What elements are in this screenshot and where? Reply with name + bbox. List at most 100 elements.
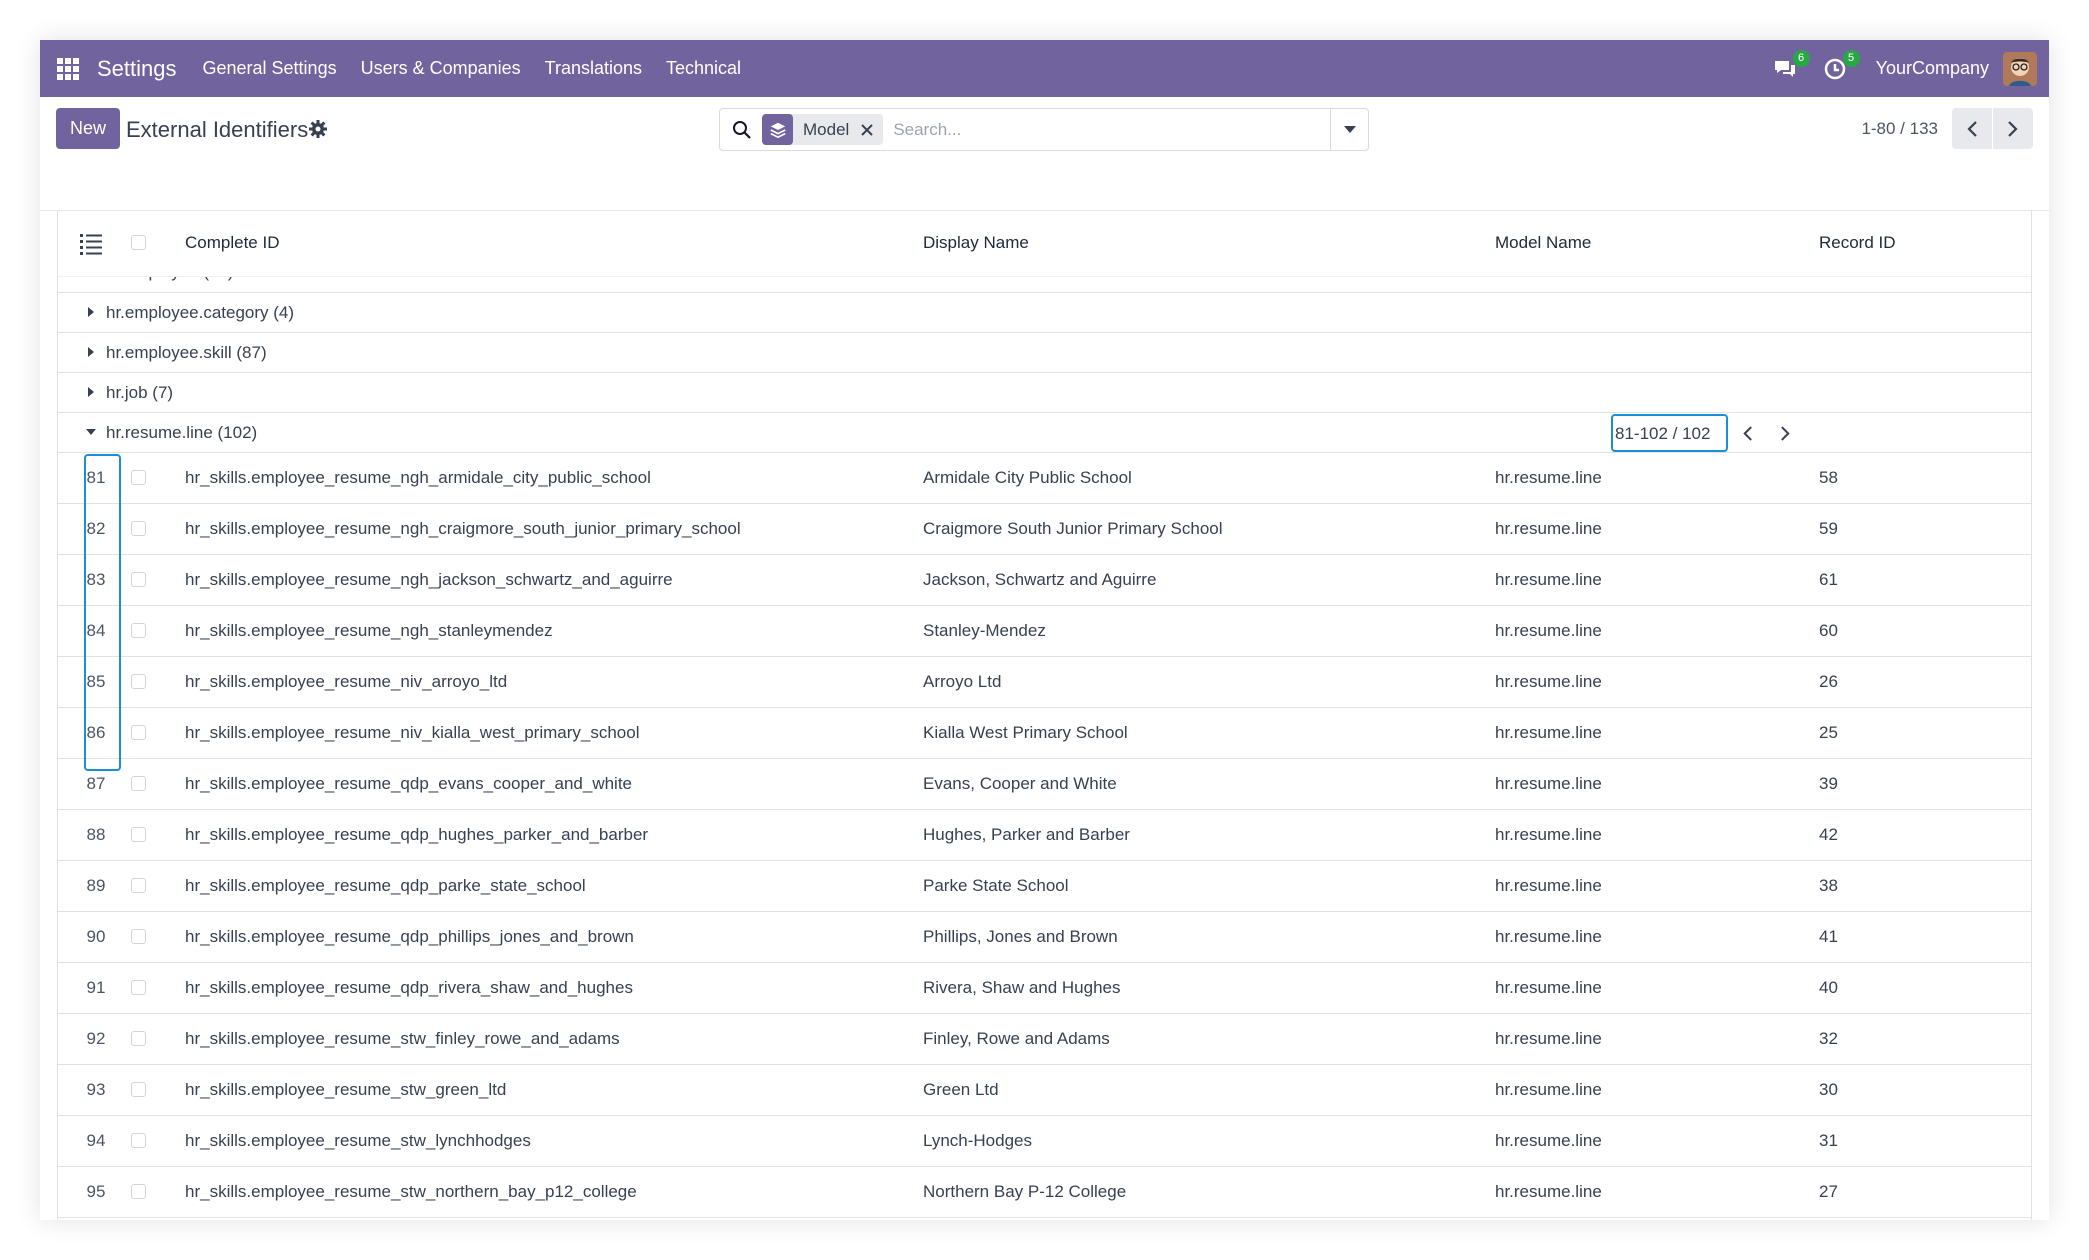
row-number: 85 — [86, 672, 106, 691]
cell-complete-id: hr_skills.employee_resume_ngh_jackson_sc… — [185, 570, 673, 589]
cell-model-name: hr.resume.line — [1495, 519, 1602, 538]
cell-complete-id: hr_skills.employee_resume_qdp_rivera_sha… — [185, 978, 633, 997]
menu-users-companies[interactable]: Users & Companies — [361, 58, 521, 79]
table-row[interactable]: 90 hr_skills.employee_resume_qdp_phillips… — [58, 912, 2031, 963]
row-number: 86 — [86, 723, 106, 742]
cell-model-name: hr.resume.line — [1495, 876, 1602, 895]
cell-record-id: 41 — [1819, 927, 1838, 946]
table-row[interactable]: 82 hr_skills.employee_resume_ngh_craigmor… — [58, 504, 2031, 555]
cell-display-name: Armidale City Public School — [923, 468, 1132, 487]
pager-value[interactable]: 1-80 / 133 — [1861, 119, 1938, 139]
search-icon[interactable] — [732, 120, 752, 140]
pager: 1-80 / 133 — [1861, 108, 2033, 149]
row-checkbox[interactable] — [131, 827, 146, 842]
cell-complete-id: hr_skills.employee_resume_stw_finley_row… — [185, 1029, 620, 1048]
column-header-display-name[interactable]: Display Name — [923, 233, 1029, 253]
messages-icon[interactable]: 6 — [1772, 49, 1810, 82]
menu-general-settings[interactable]: General Settings — [203, 58, 337, 79]
table-row[interactable]: 86 hr_skills.employee_resume_niv_kialla_w… — [58, 708, 2031, 759]
table-row[interactable]: 87 hr_skills.employee_resume_qdp_evans_co… — [58, 759, 2031, 810]
row-number: 92 — [86, 1029, 106, 1048]
menu-technical[interactable]: Technical — [666, 58, 741, 79]
list-settings-icon[interactable] — [78, 231, 104, 257]
new-button[interactable]: New — [56, 108, 120, 149]
gear-icon[interactable] — [308, 119, 328, 139]
user-avatar[interactable] — [2003, 51, 2037, 86]
cell-record-id: 40 — [1819, 978, 1838, 997]
table-row[interactable]: 85 hr_skills.employee_resume_niv_arroyo_l… — [58, 657, 2031, 708]
apps-menu-icon[interactable] — [57, 57, 79, 80]
table-row[interactable]: 95 hr_skills.employee_resume_stw_northern… — [58, 1167, 2031, 1218]
row-number: 95 — [86, 1182, 106, 1201]
group-pager-next-button[interactable] — [1766, 418, 1804, 448]
group-pager-previous-button[interactable] — [1728, 418, 1766, 448]
row-checkbox[interactable] — [131, 980, 146, 995]
row-checkbox[interactable] — [131, 572, 146, 587]
cell-record-id: 25 — [1819, 723, 1838, 742]
row-checkbox[interactable] — [131, 1133, 146, 1148]
table-row[interactable]: 92 hr_skills.employee_resume_stw_finley_r… — [58, 1014, 2031, 1065]
table-row[interactable]: 88 hr_skills.employee_resume_qdp_hughes_p… — [58, 810, 2031, 861]
pager-previous-button[interactable] — [1952, 108, 1992, 149]
activities-clock-icon[interactable]: 5 — [1822, 49, 1860, 82]
table-row[interactable]: 94 hr_skills.employee_resume_stw_lynchhod… — [58, 1116, 2031, 1167]
row-checkbox[interactable] — [131, 1031, 146, 1046]
cell-model-name: hr.resume.line — [1495, 978, 1602, 997]
row-number: 81 — [86, 468, 106, 487]
caret-down-icon — [1343, 125, 1356, 133]
select-all-checkbox[interactable] — [131, 235, 146, 250]
row-checkbox[interactable] — [131, 776, 146, 791]
caret-right-icon — [88, 347, 94, 357]
group-row[interactable]: hr.resume.line (102) 81-102 / 102 — [58, 413, 2031, 453]
cell-complete-id: hr_skills.employee_resume_ngh_craigmore_… — [185, 519, 741, 538]
cell-model-name: hr.resume.line — [1495, 1131, 1602, 1150]
company-switcher[interactable]: YourCompany — [1876, 58, 1989, 79]
close-icon[interactable] — [859, 122, 875, 138]
table-row[interactable]: 89 hr_skills.employee_resume_qdp_parke_st… — [58, 861, 2031, 912]
cell-model-name: hr.resume.line — [1495, 774, 1602, 793]
table-row[interactable]: 81 hr_skills.employee_resume_ngh_armidale… — [58, 453, 2031, 504]
column-header-model-name[interactable]: Model Name — [1495, 233, 1591, 253]
row-checkbox[interactable] — [131, 725, 146, 740]
row-checkbox[interactable] — [131, 623, 146, 638]
group-label: hr.employee.skill (87) — [106, 343, 267, 362]
group-row[interactable]: hr.employee.skill (87) — [58, 333, 2031, 373]
cell-model-name: hr.resume.line — [1495, 1080, 1602, 1099]
breadcrumb-title: External Identifiers — [126, 117, 309, 142]
cell-record-id: 60 — [1819, 621, 1838, 640]
row-checkbox[interactable] — [131, 878, 146, 893]
cell-complete-id: hr_skills.employee_resume_ngh_stanleymen… — [185, 621, 553, 640]
cell-complete-id: hr_skills.employee_resume_niv_kialla_wes… — [185, 723, 640, 742]
app-name[interactable]: Settings — [97, 56, 177, 82]
group-pager-value[interactable]: 81-102 / 102 — [1611, 414, 1729, 452]
list-view: Complete ID Display Name Model Name Reco… — [57, 211, 2032, 1220]
table-row[interactable]: 91 hr_skills.employee_resume_qdp_rivera_s… — [58, 963, 2031, 1014]
search-input[interactable] — [893, 119, 1294, 140]
row-checkbox[interactable] — [131, 1184, 146, 1199]
search-options-toggle[interactable] — [1330, 109, 1368, 150]
group-row[interactable]: hr.job (7) — [58, 373, 2031, 413]
table-row[interactable]: 96hr_skills.employee_resume_stw_tyndale_… — [58, 1218, 2031, 1220]
row-checkbox[interactable] — [131, 1082, 146, 1097]
cell-display-name: Lynch-Hodges — [923, 1131, 1032, 1150]
cell-complete-id: hr_skills.employee_resume_qdp_parke_stat… — [185, 876, 586, 895]
column-header-complete-id[interactable]: Complete ID — [185, 233, 279, 253]
cell-record-id: 30 — [1819, 1080, 1838, 1099]
cell-model-name: hr.resume.line — [1495, 825, 1602, 844]
group-row[interactable]: hr.employee.category (4) — [58, 293, 2031, 333]
row-checkbox[interactable] — [131, 470, 146, 485]
table-row[interactable]: 93 hr_skills.employee_resume_stw_green_lt… — [58, 1065, 2031, 1116]
cell-display-name: Rivera, Shaw and Hughes — [923, 978, 1121, 997]
pager-next-button[interactable] — [1993, 108, 2033, 149]
table-row[interactable]: 83 hr_skills.employee_resume_ngh_jackson_… — [58, 555, 2031, 606]
row-checkbox[interactable] — [131, 521, 146, 536]
column-header-record-id[interactable]: Record ID — [1819, 233, 1896, 253]
table-row[interactable]: 84 hr_skills.employee_resume_ngh_stanleym… — [58, 606, 2031, 657]
cell-display-name: Finley, Rowe and Adams — [923, 1029, 1110, 1048]
menu-translations[interactable]: Translations — [545, 58, 642, 79]
row-number: 90 — [86, 927, 106, 946]
top-navbar: Settings General Settings Users & Compan… — [40, 40, 2049, 97]
cell-model-name: hr.resume.line — [1495, 672, 1602, 691]
row-checkbox[interactable] — [131, 674, 146, 689]
row-checkbox[interactable] — [131, 929, 146, 944]
